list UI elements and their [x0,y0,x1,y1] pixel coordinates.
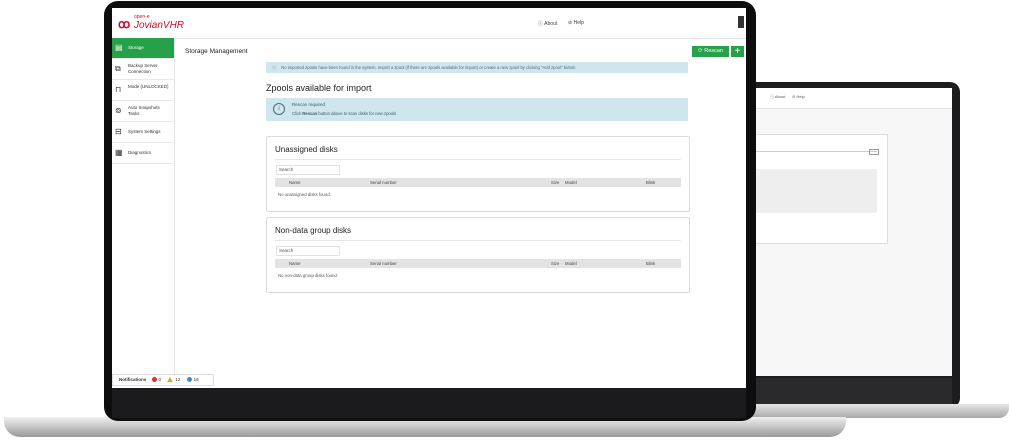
error-icon [151,377,157,383]
sidebar-item-mode[interactable]: ⊓ Mode (UNLOCKED) [112,80,174,101]
error-count: 0 [158,377,162,382]
unassigned-table-header: Name Serial number Size Model Blink [275,178,681,187]
column-serial[interactable]: Serial number [370,178,397,187]
info-circle-icon: i [273,103,285,115]
warning-icon [167,377,174,383]
rescan-button[interactable]: ⟳ Rescan [692,46,729,57]
non-data-table-header: Name Serial number Size Model Blink [275,259,681,268]
storage-icon: ▤ [115,43,123,52]
info-count-icon [186,377,192,383]
back-card [750,134,888,244]
rescan-notice: i Rescan required Click Rescan button ab… [266,98,688,121]
back-panel [751,169,877,213]
non-data-disks-title: Non-data group disks [275,226,352,235]
unassigned-disks-card: Unassigned disks Search Name Serial numb… [266,136,690,212]
app-screen: ꝏ open-e JovianVHR ⓘ About ⊘ Help ▤ Stor… [112,8,746,388]
sidebar-item-backup-server[interactable]: ⧉ Backup Server Connection [112,59,174,80]
sidebar-item-diagnostics[interactable]: ▦ Diagnostics [112,143,174,164]
back-about-link[interactable]: ⓘ About [770,94,785,100]
column-model[interactable]: Model [565,178,577,187]
card-divider [275,159,681,160]
settings-icon: ⊟ [115,127,122,136]
snapshot-icon: ⊚ [115,106,122,115]
back-mini-button[interactable] [869,149,879,155]
add-zpool-button[interactable]: + [731,46,744,57]
non-data-empty-message: No non-data group disks found. [278,273,338,278]
column-model[interactable]: Model [565,259,577,268]
network-icon: ⧉ [115,64,121,73]
back-laptop-screen: ⓘ About ⊘ Help [750,88,952,376]
back-laptop-keyboard [750,378,952,406]
column-size[interactable]: Size [551,259,559,268]
sidebar-item-auto-snapshots[interactable]: ⊚ Auto Snapshots Tasks [112,101,174,122]
page-title: Storage Management [185,48,248,55]
back-divider [751,151,877,152]
about-link[interactable]: ⓘ About [538,20,557,27]
sidebar: ▤ Storage ⧉ Backup Server Connection ⊓ M… [112,38,175,374]
info-count: 16 [193,377,199,382]
unassigned-disks-title: Unassigned disks [275,145,338,154]
logo-mark-icon: ꝏ [118,17,131,31]
help-link[interactable]: ⊘ Help [568,20,584,26]
lock-open-icon: ⊓ [115,85,122,94]
header-menu-button[interactable] [738,16,744,28]
main-content: Storage Management ⟳ Rescan + ⓘ No import… [175,38,746,374]
zpools-heading: Zpools available for import [266,83,372,93]
warning-count: 12 [175,377,181,382]
info-icon: ⓘ [538,21,544,27]
column-blink[interactable]: Blink [646,178,655,187]
sidebar-item-storage[interactable]: ▤ Storage [112,38,174,59]
notifications-label: Notifications [119,377,147,382]
column-blink[interactable]: Blink [646,259,655,268]
info-icon: ⓘ [272,65,277,70]
rescan-notice-title: Rescan required [292,102,326,107]
back-header: ⓘ About ⊘ Help [750,88,952,109]
non-data-search-input[interactable]: Search [276,246,340,256]
info-banner: ⓘ No imported zpools have been found in t… [266,62,688,73]
column-name[interactable]: Name [289,259,300,268]
help-icon: ⊘ [568,20,573,26]
laptop-keyboard [112,388,746,418]
unassigned-search-input[interactable]: Search [276,165,340,175]
notifications-bar[interactable]: Notifications 0 12 16 [112,374,214,386]
card-divider [275,240,681,241]
logo-title: JovianVHR [134,20,185,31]
unassigned-empty-message: No unassigned disks found. [278,192,331,197]
non-data-disks-card: Non-data group disks Search Name Serial … [266,217,690,293]
rescan-notice-body: Click Rescan button above to scan disks … [292,111,397,116]
back-help-link[interactable]: ⊘ Help [792,94,805,99]
column-size[interactable]: Size [551,178,559,187]
column-serial[interactable]: Serial number [370,259,397,268]
app-header: ꝏ open-e JovianVHR ⓘ About ⊘ Help [112,8,746,39]
diagnostics-icon: ▦ [115,148,123,157]
column-name[interactable]: Name [289,178,300,187]
sidebar-item-system-settings[interactable]: ⊟ System Settings [112,122,174,143]
